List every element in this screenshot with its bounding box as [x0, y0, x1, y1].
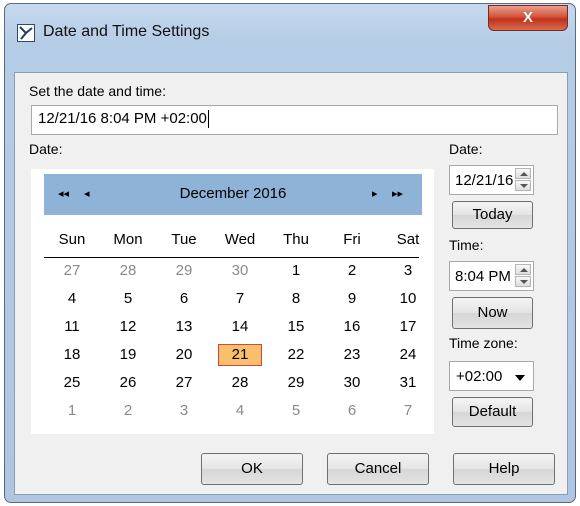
day-cell[interactable]: 4 — [212, 400, 268, 422]
next-year-button[interactable]: ▸▸ — [392, 187, 403, 200]
timezone-label: Time zone: — [449, 335, 518, 351]
date-section-label: Date: — [29, 141, 63, 157]
day-cell[interactable]: 14 — [212, 316, 268, 338]
day-cell[interactable]: 24 — [380, 344, 436, 366]
weekday-sun: Sun — [58, 231, 86, 248]
day-cell[interactable]: 25 — [44, 372, 100, 394]
close-icon: X — [522, 9, 533, 26]
weekday-divider — [44, 257, 419, 258]
day-cell[interactable]: 8 — [268, 288, 324, 310]
day-cell[interactable]: 12 — [100, 316, 156, 338]
ok-button[interactable]: OK — [201, 453, 303, 485]
time-up-button[interactable] — [515, 264, 531, 275]
day-cell[interactable]: 31 — [380, 372, 436, 394]
timezone-value: +02:00 — [456, 368, 503, 385]
window-title: Date and Time Settings — [43, 23, 210, 40]
dialog-window: Date and Time Settings X Set the date an… — [4, 3, 576, 503]
day-cell[interactable]: 3 — [156, 400, 212, 422]
weekday-thu: Thu — [283, 231, 309, 248]
calendar-header: ◂◂ ◂ December 2016 ▸ ▸▸ — [44, 174, 422, 215]
arrow-down-icon — [520, 184, 528, 188]
weekday-sat: Sat — [396, 231, 420, 248]
day-cell[interactable]: 1 — [44, 400, 100, 422]
dialog-content: Set the date and time: 12/21/16 8:04 PM … — [14, 72, 568, 495]
arrow-up-icon — [520, 268, 528, 272]
day-cell[interactable]: 9 — [324, 288, 380, 310]
day-cell[interactable]: 23 — [324, 344, 380, 366]
date-label: Date: — [449, 141, 483, 157]
day-cell[interactable]: 6 — [156, 288, 212, 310]
day-cell[interactable]: 5 — [100, 288, 156, 310]
day-cell[interactable]: 16 — [324, 316, 380, 338]
today-button[interactable]: Today — [452, 201, 533, 229]
app-icon — [17, 24, 35, 42]
time-spinner-value: 8:04 PM — [455, 268, 511, 285]
day-cell[interactable]: 26 — [100, 372, 156, 394]
day-cell[interactable]: 7 — [212, 288, 268, 310]
day-cell[interactable]: 1 — [268, 260, 324, 282]
datetime-input[interactable]: 12/21/16 8:04 PM +02:00 — [31, 105, 558, 135]
weekday-wed: Wed — [224, 231, 256, 248]
day-cell[interactable]: 27 — [44, 260, 100, 282]
time-down-button[interactable] — [515, 276, 531, 287]
day-cell[interactable]: 29 — [156, 260, 212, 282]
next-month-button[interactable]: ▸ — [372, 187, 378, 200]
help-button[interactable]: Help — [453, 453, 555, 485]
time-spinner-arrows — [515, 264, 531, 288]
calendar: ◂◂ ◂ December 2016 ▸ ▸▸ Sun Mon Tue Wed … — [31, 169, 434, 434]
day-cell[interactable]: 2 — [324, 260, 380, 282]
timezone-select[interactable]: +02:00 — [449, 361, 534, 391]
set-datetime-label: Set the date and time: — [29, 83, 166, 99]
date-spinner-arrows — [515, 168, 531, 192]
day-cell[interactable]: 29 — [268, 372, 324, 394]
day-cell[interactable]: 28 — [100, 260, 156, 282]
day-cell[interactable]: 17 — [380, 316, 436, 338]
datetime-value: 12/21/16 8:04 PM +02:00 — [38, 110, 207, 127]
day-cell[interactable]: 7 — [380, 400, 436, 422]
day-cell[interactable]: 22 — [268, 344, 324, 366]
cancel-button[interactable]: Cancel — [327, 453, 429, 485]
selected-day-label: 21 — [218, 344, 262, 366]
day-cell[interactable]: 6 — [324, 400, 380, 422]
day-cell[interactable]: 27 — [156, 372, 212, 394]
calendar-month-title: December 2016 — [179, 185, 287, 202]
day-cell[interactable]: 4 — [44, 288, 100, 310]
now-button[interactable]: Now — [452, 297, 533, 329]
day-cell[interactable]: 2 — [100, 400, 156, 422]
time-spinner[interactable]: 8:04 PM — [449, 261, 534, 291]
day-cell[interactable]: 28 — [212, 372, 268, 394]
dropdown-arrow-icon — [515, 375, 525, 381]
date-spinner[interactable]: 12/21/16 — [449, 165, 534, 195]
arrow-down-icon — [520, 280, 528, 284]
day-cell[interactable]: 18 — [44, 344, 100, 366]
day-cell[interactable]: 11 — [44, 316, 100, 338]
weekday-fri: Fri — [343, 231, 361, 248]
day-cell[interactable]: 20 — [156, 344, 212, 366]
day-cell[interactable]: 13 — [156, 316, 212, 338]
day-cell[interactable]: 30 — [212, 260, 268, 282]
selected-day-cell[interactable]: 21 — [212, 344, 268, 366]
close-button[interactable]: X — [488, 5, 568, 31]
day-cell[interactable]: 30 — [324, 372, 380, 394]
date-down-button[interactable] — [515, 180, 531, 191]
text-caret — [207, 110, 209, 129]
day-cell[interactable]: 5 — [268, 400, 324, 422]
title-bar[interactable]: Date and Time Settings X — [5, 4, 575, 56]
date-spinner-value: 12/21/16 — [455, 172, 514, 189]
weekday-tue: Tue — [171, 231, 197, 248]
day-cell[interactable]: 15 — [268, 316, 324, 338]
day-cell[interactable]: 19 — [100, 344, 156, 366]
arrow-up-icon — [520, 172, 528, 176]
weekday-mon: Mon — [113, 231, 143, 248]
default-button[interactable]: Default — [452, 397, 533, 427]
day-cell[interactable]: 10 — [380, 288, 436, 310]
date-up-button[interactable] — [515, 168, 531, 179]
day-cell[interactable]: 3 — [380, 260, 436, 282]
time-label: Time: — [449, 237, 484, 253]
